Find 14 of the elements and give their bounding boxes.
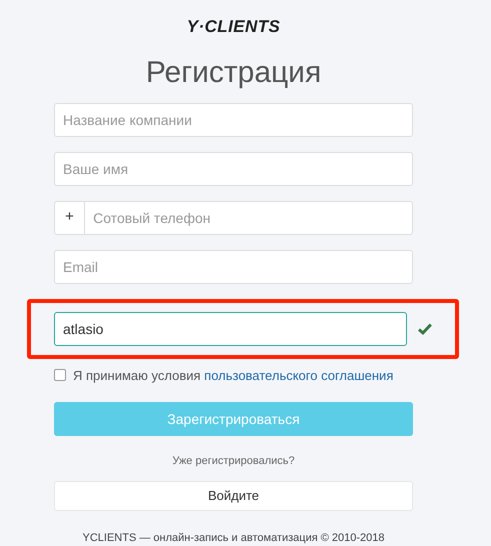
login-button[interactable]: Войдите bbox=[54, 480, 413, 510]
already-registered-text: Уже регистрировались? bbox=[172, 454, 295, 469]
phone-field[interactable]: Сотовый телефон bbox=[85, 200, 413, 234]
page-title: Регистрация bbox=[146, 54, 322, 90]
logo: Y·CLIENTS bbox=[186, 16, 280, 38]
phone-prefix: + bbox=[54, 200, 86, 234]
agreement-link[interactable]: пользовательского соглашения bbox=[204, 368, 394, 382]
input-field[interactable]: atlasio bbox=[54, 312, 408, 346]
input-field[interactable]: Ваше имя bbox=[54, 152, 413, 186]
input-field[interactable]: Email bbox=[54, 250, 413, 284]
agreement-text: Я принимаю условия пользовательского соглашения bbox=[73, 366, 394, 385]
agreement-checkbox[interactable] bbox=[54, 369, 66, 382]
input-field[interactable]: Название компании bbox=[54, 102, 413, 136]
footer-text: YCLIENTS — онлайн-запись и автоматизация © 2010-2018 bbox=[82, 530, 385, 546]
